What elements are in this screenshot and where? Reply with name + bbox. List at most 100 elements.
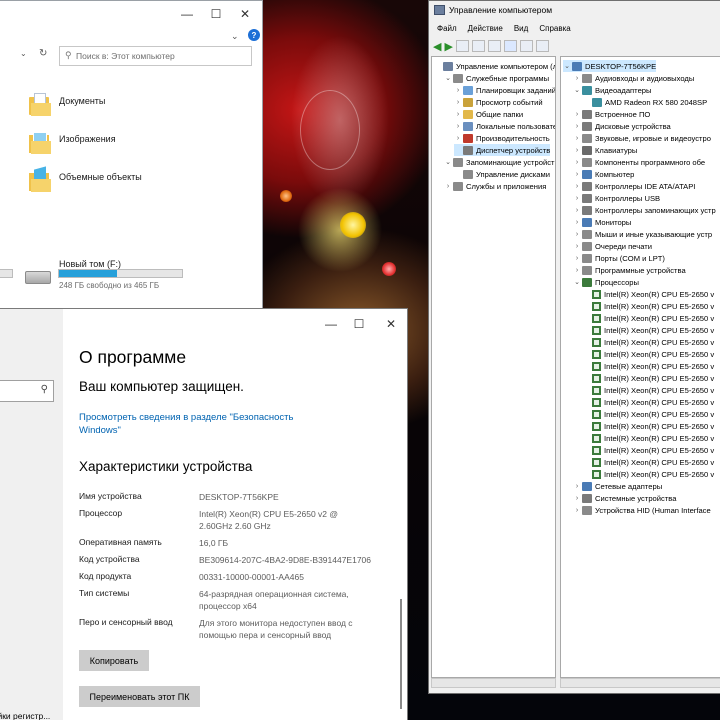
horizontal-scrollbar[interactable] xyxy=(560,678,720,688)
settings-nav-item[interactable]: Настройки регистр... xyxy=(0,711,50,720)
tree-item[interactable]: › Устройства HID (Human Interface xyxy=(573,504,711,516)
collapsed-chevron-icon[interactable]: › xyxy=(573,123,581,130)
maximize-button[interactable]: ☐ xyxy=(349,317,369,331)
security-link[interactable]: Просмотреть сведения в разделе "Безопасн… xyxy=(79,411,319,437)
collapsed-chevron-icon[interactable]: › xyxy=(454,135,462,142)
minimize-button[interactable]: — xyxy=(321,317,341,331)
tree-item[interactable]: Intel(R) Xeon(R) CPU E5-2650 v xyxy=(583,324,714,336)
tree-item[interactable]: › Локальные пользовате xyxy=(454,120,555,132)
expanded-chevron-icon[interactable]: ⌄ xyxy=(573,86,581,94)
tree-item[interactable]: Intel(R) Xeon(R) CPU E5-2650 v xyxy=(583,348,714,360)
minimize-button[interactable]: — xyxy=(177,7,197,21)
tree-item[interactable]: › Планировщик заданий xyxy=(454,84,555,96)
tree-item[interactable]: › Программные устройства xyxy=(573,264,686,276)
tree-item[interactable]: Intel(R) Xeon(R) CPU E5-2650 v xyxy=(583,456,714,468)
collapsed-chevron-icon[interactable]: › xyxy=(454,123,462,130)
collapsed-chevron-icon[interactable]: › xyxy=(573,75,581,82)
folder-item-documents[interactable]: Документы xyxy=(29,91,105,117)
tree-item[interactable]: AMD Radeon RX 580 2048SP xyxy=(583,96,707,108)
tree-item[interactable]: Управление компьютером (л xyxy=(434,60,555,72)
collapsed-chevron-icon[interactable]: › xyxy=(454,87,462,94)
back-arrow-icon[interactable]: ◀ xyxy=(433,40,441,53)
tree-item[interactable]: › Очереди печати xyxy=(573,240,652,252)
tree-item[interactable]: › Аудиовходы и аудиовыходы xyxy=(573,72,694,84)
tree-item[interactable]: ⌄ Видеоадаптеры xyxy=(573,84,651,96)
tree-item[interactable]: › Службы и приложения xyxy=(444,180,546,192)
tree-item[interactable]: Intel(R) Xeon(R) CPU E5-2650 v xyxy=(583,336,714,348)
refresh-icon[interactable]: ↻ xyxy=(39,48,47,59)
menu-item-action[interactable]: Действие xyxy=(468,24,503,33)
properties-icon[interactable] xyxy=(487,40,501,52)
collapsed-chevron-icon[interactable]: › xyxy=(454,111,462,118)
tree-item[interactable]: Intel(R) Xeon(R) CPU E5-2650 v xyxy=(583,384,714,396)
tree-item[interactable]: › Дисковые устройства xyxy=(573,120,671,132)
tree-item[interactable]: › Звуковые, игровые и видеоустро xyxy=(573,132,711,144)
tree-item[interactable]: Диспетчер устройств xyxy=(454,144,551,156)
tree-item[interactable]: Intel(R) Xeon(R) CPU E5-2650 v xyxy=(583,444,714,456)
collapsed-chevron-icon[interactable]: › xyxy=(573,219,581,226)
tree-item[interactable]: Intel(R) Xeon(R) CPU E5-2650 v xyxy=(583,396,714,408)
rename-pc-button[interactable]: Переименовать этот ПК xyxy=(79,686,200,707)
tree-item[interactable]: › Общие папки xyxy=(454,108,523,120)
collapsed-chevron-icon[interactable]: › xyxy=(573,267,581,274)
close-button[interactable]: ✕ xyxy=(381,317,401,331)
menu-item-file[interactable]: Файл xyxy=(437,24,457,33)
collapsed-chevron-icon[interactable]: › xyxy=(573,135,581,142)
search-input[interactable]: ⚲ Поиск в: Этот компьютер xyxy=(59,46,252,66)
tree-item[interactable]: Intel(R) Xeon(R) CPU E5-2650 v xyxy=(583,408,714,420)
tree-item[interactable]: Intel(R) Xeon(R) CPU E5-2650 v xyxy=(583,420,714,432)
collapsed-chevron-icon[interactable]: › xyxy=(573,495,581,502)
tree-item[interactable]: Intel(R) Xeon(R) CPU E5-2650 v xyxy=(583,312,714,324)
up-level-icon[interactable] xyxy=(455,40,469,52)
collapsed-chevron-icon[interactable]: › xyxy=(573,183,581,190)
collapsed-chevron-icon[interactable]: › xyxy=(573,507,581,514)
tree-item[interactable]: › Компьютер xyxy=(573,168,634,180)
tree-item[interactable]: › Мыши и иные указывающие устр xyxy=(573,228,712,240)
tree-item[interactable]: ⌄ Процессоры xyxy=(573,276,639,288)
tree-item[interactable]: Управление дисками xyxy=(454,168,550,180)
help-icon[interactable] xyxy=(503,40,517,52)
copy-button[interactable]: Копировать xyxy=(79,650,149,671)
expanded-chevron-icon[interactable]: ⌄ xyxy=(573,278,581,286)
close-button[interactable]: ✕ xyxy=(235,7,255,21)
collapsed-chevron-icon[interactable]: › xyxy=(454,99,462,106)
settings-search-input[interactable]: ⚲ xyxy=(0,380,54,402)
scrollbar[interactable] xyxy=(400,599,402,709)
collapsed-chevron-icon[interactable]: › xyxy=(573,207,581,214)
tree-item[interactable]: › Компоненты программного обе xyxy=(573,156,705,168)
expand-ribbon-icon[interactable]: ⌄ xyxy=(231,31,239,42)
tree-item[interactable]: › Сетевые адаптеры xyxy=(573,480,662,492)
collapsed-chevron-icon[interactable]: › xyxy=(573,147,581,154)
menu-item-view[interactable]: Вид xyxy=(514,24,528,33)
tree-item[interactable]: Intel(R) Xeon(R) CPU E5-2650 v xyxy=(583,432,714,444)
collapsed-chevron-icon[interactable]: › xyxy=(573,243,581,250)
tree-item[interactable]: Intel(R) Xeon(R) CPU E5-2650 v xyxy=(583,372,714,384)
folder-item-pictures[interactable]: Изображения xyxy=(29,129,116,155)
collapsed-chevron-icon[interactable]: › xyxy=(573,111,581,118)
show-hide-tree-icon[interactable] xyxy=(471,40,485,52)
folder-item-3d-objects[interactable]: Объемные объекты xyxy=(29,166,142,193)
tree-item[interactable]: › Клавиатуры xyxy=(573,144,637,156)
horizontal-scrollbar[interactable] xyxy=(431,678,556,688)
maximize-button[interactable]: ☐ xyxy=(206,7,226,21)
collapsed-chevron-icon[interactable]: › xyxy=(573,171,581,178)
tree-item[interactable]: ⌄ DESKTOP-7T56KPE xyxy=(563,60,657,72)
expanded-chevron-icon[interactable]: ⌄ xyxy=(444,74,452,82)
tree-item[interactable]: › Порты (COM и LPT) xyxy=(573,252,665,264)
tree-item[interactable]: › Мониторы xyxy=(573,216,631,228)
refresh-icon[interactable] xyxy=(519,40,533,52)
collapsed-chevron-icon[interactable]: › xyxy=(573,255,581,262)
tree-item[interactable]: › Контроллеры USB xyxy=(573,192,660,204)
tree-item[interactable]: › Производительность xyxy=(454,132,550,144)
collapsed-chevron-icon[interactable]: › xyxy=(444,183,452,190)
tree-item[interactable]: › Системные устройства xyxy=(573,492,676,504)
tree-item[interactable]: Intel(R) Xeon(R) CPU E5-2650 v xyxy=(583,288,714,300)
tree-item[interactable]: › Встроенное ПО xyxy=(573,108,650,120)
collapsed-chevron-icon[interactable]: › xyxy=(573,195,581,202)
tree-item[interactable]: ⌄ Запоминающие устройст xyxy=(444,156,555,168)
menu-item-help[interactable]: Справка xyxy=(539,24,570,33)
scan-hardware-icon[interactable] xyxy=(535,40,549,52)
forward-arrow-icon[interactable]: ▶ xyxy=(444,40,452,53)
expanded-chevron-icon[interactable]: ⌄ xyxy=(444,158,452,166)
help-icon[interactable]: ? xyxy=(248,29,260,41)
